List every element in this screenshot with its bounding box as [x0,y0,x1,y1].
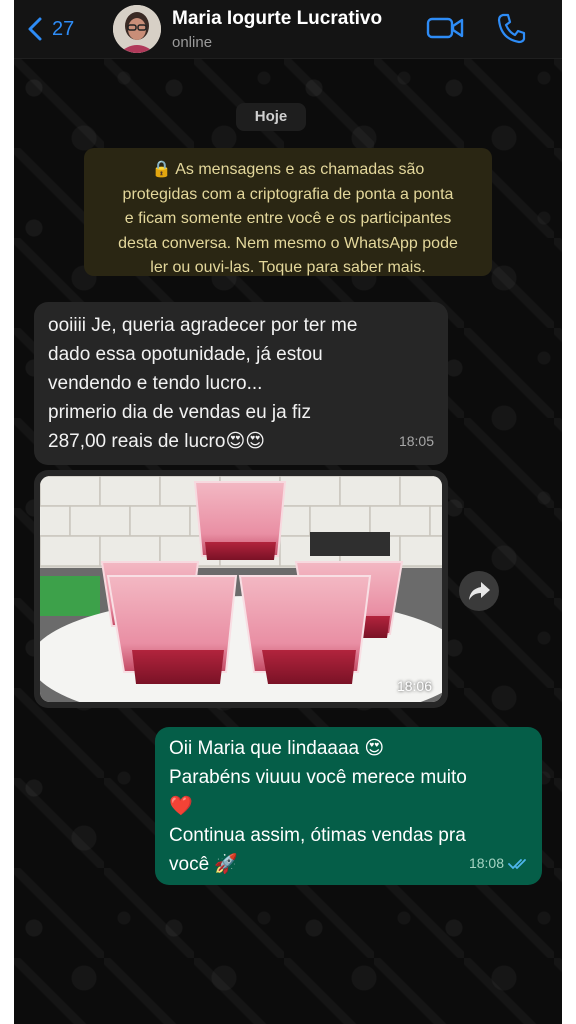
encryption-notice-line: protegidas com a criptografia de ponta a… [122,185,454,203]
message-time: 18:08 [468,855,504,871]
message-text-line: ❤️ [169,796,193,817]
message-text-line: dado essa opotunidade, já estou [48,344,323,365]
double-check-icon [508,858,526,869]
message-text-line: Parabéns viuuu você merece muito [169,767,467,788]
contact-name[interactable]: Maria Iogurte Lucrativo [172,8,382,30]
message-time: 18:06 [396,678,432,694]
whatsapp-chat-screen: 27 Maria Iogurte Lucrativo online Hoje 🔒… [14,0,562,1024]
contact-status: online [172,34,213,51]
encryption-notice-line: ler ou ouvi-las. Toque para saber mais. [150,259,426,276]
date-separator: Hoje [236,103,306,131]
yogurt-cups-photo[interactable]: 18:06 [40,476,442,702]
video-call-button[interactable] [426,14,464,42]
message-text-line: ooiiii Je, queria agradecer por ter me [48,315,358,336]
unread-count: 27 [52,17,75,40]
message-time-status: 18:08 [469,849,530,878]
message-time: 18:05 [398,433,434,449]
message-text-line: vendendo e tendo lucro... [48,373,263,394]
phone-icon [497,13,526,44]
incoming-image-message[interactable]: 18:06 [34,470,448,708]
incoming-message[interactable]: ooiiii Je, queria agradecer por ter me d… [34,302,448,465]
back-button[interactable]: 27 [26,12,74,46]
encryption-notice-line: 🔒 As mensagens e as chamadas são [151,161,425,178]
message-text-line: primerio dia de vendas eu ja fiz [48,402,311,423]
outgoing-message[interactable]: Oii Maria que lindaaaa 😍 Parabéns viuuu … [155,727,542,885]
forward-button[interactable] [459,571,499,611]
voice-call-button[interactable] [496,12,526,44]
avatar[interactable] [113,5,161,53]
encryption-notice-line: e ficam somente entre você e os particip… [124,210,452,227]
message-text-line: 287,00 reais de lucro😍😍 [48,431,266,452]
share-arrow-icon [469,582,490,600]
video-camera-icon [426,17,464,39]
encryption-notice-line: desta conversa. Nem mesmo o WhatsApp pod… [118,234,458,252]
chat-header: 27 Maria Iogurte Lucrativo online [14,0,562,59]
message-text-line: Continua assim, ótimas vendas pra [169,825,466,846]
message-text-line: Oii Maria que lindaaaa 😍 [169,738,385,759]
encryption-notice[interactable]: 🔒 As mensagens e as chamadas são protegi… [84,148,492,276]
chevron-left-icon [28,17,42,41]
